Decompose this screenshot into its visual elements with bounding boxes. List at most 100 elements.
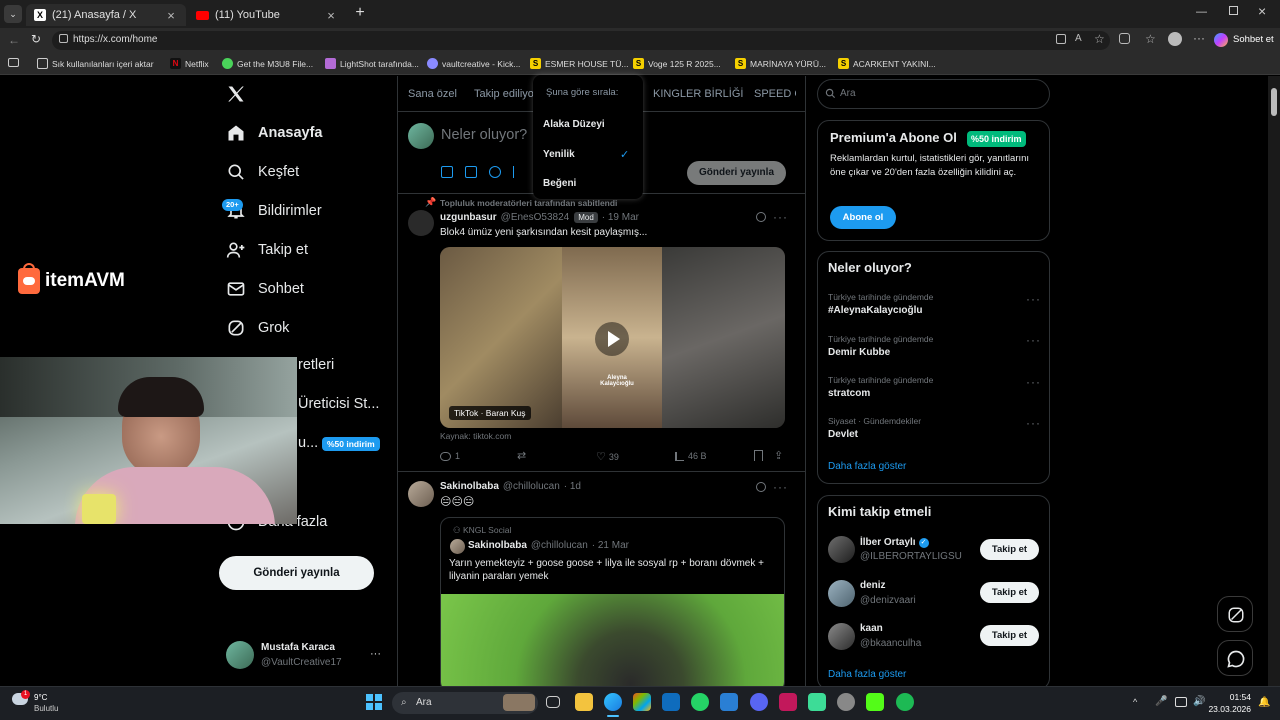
weather-temp[interactable]: 9°C	[34, 693, 47, 702]
nav-item-messages[interactable]: Sohbet	[226, 279, 304, 299]
feed-tab-for-you[interactable]: Sana özel	[408, 78, 457, 110]
tab-youtube[interactable]: (11) YouTube ×	[188, 4, 346, 26]
tray-chevron-icon[interactable]: ^	[1133, 697, 1137, 707]
nav-item-explore[interactable]: Keşfet	[226, 162, 299, 182]
site-info-icon[interactable]	[59, 34, 68, 43]
copilot-chat-button[interactable]: Sohbet et	[1214, 31, 1274, 48]
play-button[interactable]	[595, 322, 629, 356]
subscribe-button[interactable]: Abone ol	[830, 206, 896, 229]
reader-icon[interactable]	[8, 58, 19, 67]
extensions-icon[interactable]	[1119, 33, 1130, 44]
follow-suggestion-handle[interactable]: @denizvaari	[860, 595, 916, 606]
follow-suggestion-avatar[interactable]	[828, 580, 855, 607]
account-avatar[interactable]	[226, 641, 254, 669]
image-icon[interactable]	[441, 166, 453, 178]
feed-tab-following[interactable]: Takip ediliyo	[474, 78, 534, 110]
follow-suggestion-avatar[interactable]	[828, 536, 855, 563]
who-to-follow-show-more[interactable]: Daha fazla göster	[828, 669, 906, 680]
bookmark-esmer-house[interactable]: S ESMER HOUSE TÜ...	[530, 56, 628, 71]
store-icon[interactable]	[633, 693, 651, 711]
nav-item-creator-studio[interactable]: Üreticisi St...	[298, 396, 379, 412]
spotify-icon[interactable]	[896, 693, 914, 711]
favorites-icon[interactable]: ☆	[1145, 32, 1156, 46]
post-date[interactable]: · 19 Mar	[602, 212, 639, 223]
post-avatar[interactable]	[408, 481, 434, 507]
grok-image-icon[interactable]	[489, 166, 501, 178]
quoted-post[interactable]: ⚇ KNGL Social Sakinolbaba @chillolucan ·…	[440, 517, 785, 692]
share-icon[interactable]: ⇪	[774, 449, 783, 462]
close-tab-icon[interactable]: ×	[324, 8, 338, 23]
post-more-icon[interactable]: ···	[773, 480, 788, 494]
discord-icon[interactable]	[750, 693, 768, 711]
trend-more-icon[interactable]: ···	[1026, 416, 1041, 430]
steam-like-icon[interactable]	[720, 693, 738, 711]
follow-suggestion-handle[interactable]: @ILBERORTAYLIGSU	[860, 551, 962, 562]
account-name[interactable]: Mustafa Karaca	[261, 642, 335, 653]
bookmark-netflix[interactable]: N Netflix	[170, 56, 209, 71]
sort-option-recent[interactable]: Yenilik	[543, 149, 575, 160]
bookmark-acarkent[interactable]: S ACARKENT YAKINI...	[838, 56, 936, 71]
quoted-image[interactable]	[441, 594, 784, 691]
trend-more-icon[interactable]: ···	[1026, 375, 1041, 389]
reply-action[interactable]: 1	[440, 451, 460, 461]
notification-bell-icon[interactable]: 🔔	[1258, 697, 1270, 708]
whatsapp-icon[interactable]	[691, 693, 709, 711]
trend-item[interactable]: Siyaset · Gündemdekiler Devlet	[828, 416, 921, 440]
nav-item-follow[interactable]: Takip et	[226, 240, 308, 260]
follow-button[interactable]: Takip et	[980, 625, 1039, 646]
search-input[interactable]: Ara	[840, 88, 856, 99]
page-scrollbar[interactable]	[1268, 76, 1280, 686]
tab-actions-icon[interactable]: ⌄	[4, 5, 22, 23]
favorite-star-icon[interactable]: ☆	[1094, 32, 1105, 46]
bookmark-icon[interactable]	[754, 450, 763, 461]
trends-show-more[interactable]: Daha fazla göster	[828, 461, 906, 472]
follow-suggestion-avatar[interactable]	[828, 623, 855, 650]
grok-explain-icon[interactable]	[756, 212, 766, 222]
poll-icon[interactable]	[513, 166, 525, 178]
bookmark-voge[interactable]: S Voge 125 R 2025...	[633, 56, 721, 71]
post-handle[interactable]: @chillolucan	[503, 481, 560, 492]
app-icon[interactable]	[779, 693, 797, 711]
network-icon[interactable]	[1175, 697, 1187, 707]
volume-icon[interactable]: 🔊	[1193, 696, 1205, 707]
post-handle[interactable]: @EnesO53824	[501, 212, 570, 223]
trend-item[interactable]: Türkiye tarihinde gündemde Demir Kubbe	[828, 334, 933, 358]
url-field[interactable]	[52, 31, 1110, 50]
grok-explain-icon[interactable]	[756, 482, 766, 492]
post-date[interactable]: · 1d	[564, 481, 581, 492]
post-link-source[interactable]: Kaynak: tiktok.com	[440, 431, 511, 441]
clock-time[interactable]: 01:54	[1213, 692, 1251, 702]
x-home-logo[interactable]	[226, 84, 246, 104]
feed-tab-kingler[interactable]: KINGLER BİRLİĞİ	[653, 78, 743, 110]
weather-desc[interactable]: Bulutlu	[34, 704, 58, 713]
post-author[interactable]: uzgunbasur	[440, 212, 497, 223]
clock-date[interactable]: 23.03.2026	[1205, 704, 1251, 714]
gif-icon[interactable]	[465, 166, 477, 178]
windows-start-icon[interactable]	[366, 694, 382, 710]
bookmark-kick[interactable]: vaultcreative - Kick...	[427, 56, 520, 71]
close-tab-icon[interactable]: ×	[164, 8, 178, 23]
follow-suggestion-handle[interactable]: @bkaanculha	[860, 638, 921, 649]
trend-more-icon[interactable]: ···	[1026, 333, 1041, 347]
follow-button[interactable]: Takip et	[980, 539, 1039, 560]
messages-floating-button[interactable]	[1217, 640, 1253, 676]
refresh-icon[interactable]: ↻	[31, 32, 41, 46]
more-options-icon[interactable]: ···	[1193, 31, 1205, 45]
post-button[interactable]: Gönderi yayınla	[219, 556, 374, 590]
bookmark-lightshot[interactable]: LightShot tarafında...	[325, 56, 419, 71]
nav-item-home[interactable]: Anasayfa	[226, 123, 322, 143]
follow-suggestion-name[interactable]: kaan	[860, 623, 883, 634]
retweet-icon[interactable]: ⇄	[517, 449, 526, 462]
bookmark-m3u8[interactable]: Get the M3U8 File...	[222, 56, 313, 71]
nav-item-premium[interactable]: u...	[298, 435, 318, 451]
account-handle[interactable]: @VaultCreative17	[261, 657, 342, 668]
follow-suggestion-name[interactable]: deniz	[860, 580, 886, 591]
bookmark-import[interactable]: Sık kullanılanları içeri aktar	[37, 56, 154, 71]
app-available-icon[interactable]	[1056, 34, 1066, 44]
follow-button[interactable]: Takip et	[980, 582, 1039, 603]
microphone-icon[interactable]: 🎤	[1155, 696, 1167, 707]
maximize-icon[interactable]	[1229, 6, 1238, 15]
close-window-icon[interactable]: ×	[1258, 3, 1266, 19]
composer-input[interactable]: Neler oluyor?	[441, 127, 527, 143]
read-aloud-icon[interactable]: A	[1075, 33, 1082, 44]
